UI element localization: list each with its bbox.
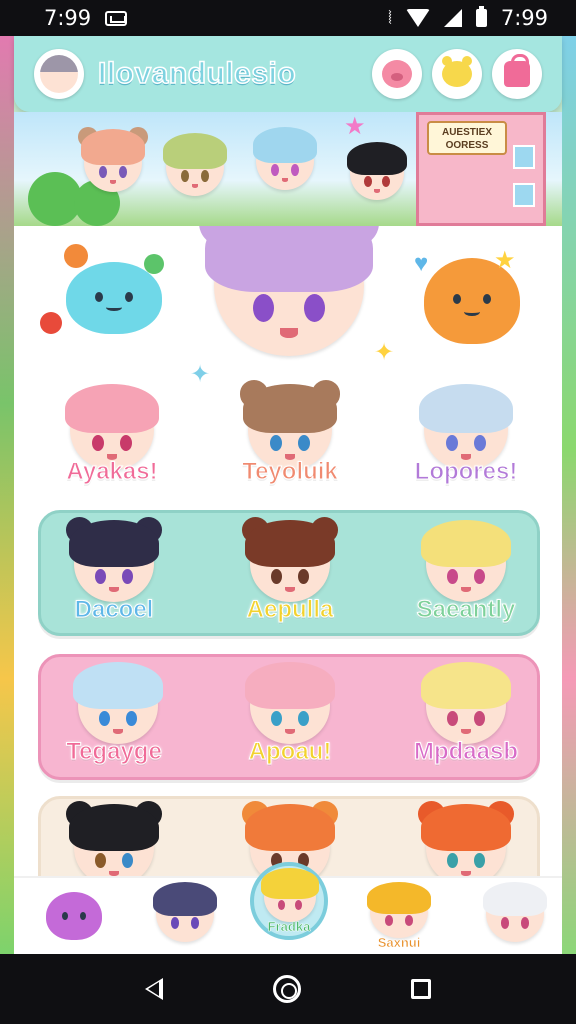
nav-character-icon [152,881,218,942]
featured-character[interactable] [199,226,379,356]
character-name: Saeantly [416,596,516,624]
banner-character [162,133,228,196]
character-aepulla[interactable] [242,516,338,602]
character-name: Dacoel [74,596,154,624]
nav-item-saxnui[interactable]: Saxnui [364,881,434,952]
signal-icon [443,9,462,27]
avatar-face-icon [40,55,78,93]
nav-center-label: Fradka [267,919,311,935]
character-name: Apoau! [248,738,332,766]
character-name: Ayakas! [66,458,158,486]
banner-character [346,141,408,200]
back-icon[interactable] [145,978,163,1000]
app-title: Ilovandulesio [97,56,297,91]
vibrate-icon: ⦚ [388,7,392,29]
character-saeantly[interactable] [421,519,511,602]
character-card[interactable] [418,800,514,876]
character-name: Teyoluik [242,458,339,486]
status-time-left: 7:99 [44,6,92,30]
slime-icon [46,892,102,940]
character-name: Lopores! [414,458,518,486]
character-name: Tegayge [66,738,163,766]
shop-bag-icon [504,54,530,87]
system-navigation-bar [0,954,576,1024]
nav-item-slime[interactable] [40,882,110,952]
nav-character-icon [482,881,548,942]
character-tegayge[interactable] [73,661,163,744]
shop-sign: AUESTIEX OORESS [427,121,507,155]
background-edge-left [0,36,14,954]
balloon-icon [144,254,164,274]
shop-button[interactable] [492,49,542,99]
app-header: Ilovandulesio [14,36,562,112]
character-grid: ★ ♥ ✦ ✦ Ayakas! Teyoluik Lopores! Dacoel… [14,226,562,876]
home-icon[interactable] [273,975,301,1003]
wifi-icon [405,9,430,27]
nav-item-character[interactable] [480,881,550,952]
slime-icon [66,262,162,334]
avatar[interactable] [34,49,84,99]
character-card[interactable] [66,800,162,876]
recent-apps-icon[interactable] [411,979,431,999]
balloon-icon [40,312,62,334]
nav-item-label: Saxnui [377,935,421,951]
sim-card-icon [105,10,128,26]
character-mpdaasb[interactable] [421,661,511,744]
sparkle-icon: ✦ [374,339,395,366]
nav-item-character[interactable] [150,881,220,952]
bear-button[interactable] [432,49,482,99]
status-bar: 7:99 ⦚ 7:99 [0,0,576,36]
background-edge-right [562,36,576,954]
star-icon: ★ [344,113,366,140]
nav-center-character-icon [260,868,320,922]
nav-center-button[interactable]: Fradka [250,862,328,940]
sparkle-icon: ✦ [190,361,211,388]
banner-character [78,127,148,192]
banner-character [252,127,318,190]
character-apoau[interactable] [245,661,335,744]
banner-scene: ★ AUESTIEX OORESS [14,112,562,226]
bottom-nav: Fradka Saxnui [14,862,562,954]
character-name: Mpdaasb [413,738,518,766]
status-time-right: 7:99 [500,6,548,30]
bear-icon [442,56,472,87]
character-dacoel[interactable] [66,516,162,602]
pig-button[interactable] [372,49,422,99]
shop-building: AUESTIEX OORESS [416,112,546,226]
heart-icon: ♥ [414,250,429,277]
star-icon: ★ [494,247,516,274]
character-name: Aepulla [246,596,334,624]
pig-icon [382,60,412,88]
battery-icon [475,6,487,27]
nav-character-icon [366,881,432,938]
balloon-icon [64,244,88,268]
